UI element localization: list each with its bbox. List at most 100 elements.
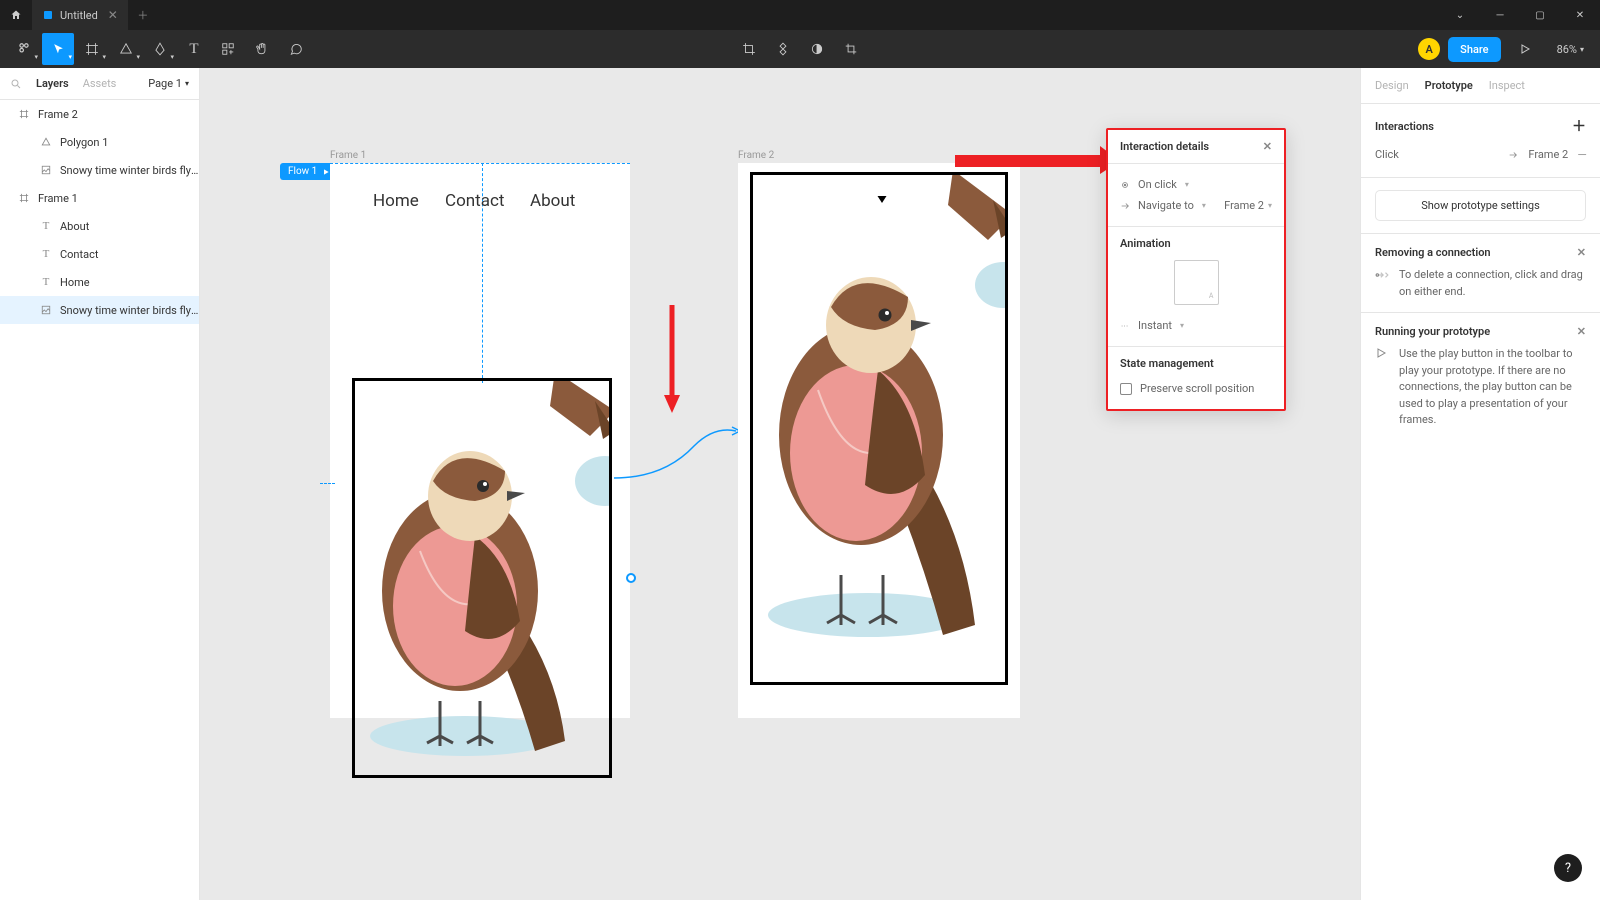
close-help2-button[interactable]: ✕ <box>1577 325 1586 338</box>
animation-section-title: Animation <box>1120 237 1272 250</box>
prototype-connector-handle[interactable] <box>626 573 636 583</box>
close-popover-button[interactable]: ✕ <box>1263 140 1272 153</box>
mask-icon <box>810 42 824 56</box>
inspect-tab[interactable]: Inspect <box>1489 79 1525 92</box>
comment-icon <box>289 42 303 56</box>
layer-item-polygon[interactable]: Polygon 1 <box>0 128 199 156</box>
layer-item-frame1[interactable]: Frame 1 <box>0 184 199 212</box>
present-button[interactable] <box>1509 33 1541 65</box>
trigger-dropdown[interactable]: On click ▾ <box>1120 174 1272 195</box>
animation-preview[interactable] <box>1174 260 1219 305</box>
checkbox-icon <box>1120 383 1132 395</box>
instant-icon <box>1120 321 1130 331</box>
share-button[interactable]: Share <box>1448 37 1500 62</box>
bird-image-1[interactable] <box>352 378 612 778</box>
figma-logo-icon <box>42 9 54 21</box>
add-interaction-button[interactable]: ＋ <box>1572 116 1586 136</box>
text-icon: T <box>40 248 52 260</box>
assets-tab[interactable]: Assets <box>83 77 117 90</box>
frame2[interactable] <box>738 163 1020 718</box>
mask-tool[interactable] <box>801 33 833 65</box>
main-menu-button[interactable]: ▾ <box>8 33 40 65</box>
design-tab[interactable]: Design <box>1375 79 1409 92</box>
layer-item-text[interactable]: T Home <box>0 268 199 296</box>
document-tab[interactable]: Untitled ✕ <box>32 0 128 30</box>
minimize-button[interactable]: ─ <box>1480 0 1520 30</box>
animation-type-dropdown[interactable]: Instant ▾ <box>1120 315 1272 336</box>
layer-item-image-selected[interactable]: Snowy time winter birds flying... <box>0 296 199 324</box>
interaction-row[interactable]: Click Frame 2 ─ <box>1375 144 1586 165</box>
search-icon[interactable] <box>10 78 22 90</box>
page-selector[interactable]: Page 1▾ <box>148 77 189 90</box>
close-window-button[interactable]: ✕ <box>1560 0 1600 30</box>
interaction-details-popover: Interaction details ✕ On click ▾ Navigat… <box>1106 128 1286 411</box>
window-controls: ⌄ ─ ▢ ✕ <box>1440 0 1600 30</box>
help-fab[interactable]: ? <box>1554 854 1582 882</box>
frame-tool[interactable]: ▾ <box>76 33 108 65</box>
text-icon: T <box>40 276 52 288</box>
resources-tool[interactable] <box>212 33 244 65</box>
play-outline-icon <box>1375 347 1389 362</box>
frame1[interactable]: Home Contact About <box>330 163 630 718</box>
user-avatar[interactable]: A <box>1418 38 1440 60</box>
nav-contact[interactable]: Contact <box>445 191 504 211</box>
maximize-button[interactable]: ▢ <box>1520 0 1560 30</box>
nav-about[interactable]: About <box>530 191 575 211</box>
pen-icon <box>153 42 167 56</box>
image-icon <box>40 304 52 316</box>
text-icon: T <box>189 41 198 58</box>
canvas[interactable]: Flow 1 Frame 1 Home Contact About <box>200 68 1360 900</box>
component-tool[interactable] <box>767 33 799 65</box>
add-tab-button[interactable]: ＋ <box>128 7 158 23</box>
triangle-down-icon <box>875 193 889 205</box>
prototype-tab[interactable]: Prototype <box>1425 79 1473 92</box>
close-help1-button[interactable]: ✕ <box>1577 246 1586 259</box>
help2-body: Use the play button in the toolbar to pl… <box>1399 346 1586 429</box>
nav-home[interactable]: Home <box>373 191 419 211</box>
navigate-icon <box>1120 201 1130 211</box>
image-icon <box>40 164 52 176</box>
comment-tool[interactable] <box>280 33 312 65</box>
annotation-arrow-down <box>662 305 682 415</box>
layer-item-text[interactable]: T Contact <box>0 240 199 268</box>
hand-icon <box>255 42 269 56</box>
home-button[interactable] <box>0 0 32 30</box>
play-icon <box>1519 43 1531 55</box>
close-tab-icon[interactable]: ✕ <box>108 8 118 22</box>
prototype-settings-button[interactable]: Show prototype settings <box>1375 190 1586 221</box>
frame2-label[interactable]: Frame 2 <box>738 150 774 161</box>
crop-image-icon <box>844 42 858 56</box>
target-dropdown[interactable]: Frame 2 ▾ <box>1224 199 1272 212</box>
frame-icon <box>85 42 99 56</box>
zoom-dropdown[interactable]: 86%▾ <box>1549 43 1592 56</box>
text-tool[interactable]: T <box>178 33 210 65</box>
polygon-icon <box>40 136 52 148</box>
layer-item-image[interactable]: Snowy time winter birds flying... <box>0 156 199 184</box>
hand-tool[interactable] <box>246 33 278 65</box>
crop-tool[interactable] <box>733 33 765 65</box>
layers-tab[interactable]: Layers <box>36 77 69 90</box>
shape-tool[interactable]: ▾ <box>110 33 142 65</box>
crop-image-tool[interactable] <box>835 33 867 65</box>
layer-list: Frame 2 Polygon 1 Snowy time winter bird… <box>0 100 199 900</box>
chevron-down-button[interactable]: ⌄ <box>1440 0 1480 30</box>
remove-interaction-button[interactable]: ─ <box>1578 148 1586 161</box>
prototype-connection[interactable] <box>614 426 744 486</box>
click-icon <box>1120 180 1130 190</box>
polygon-icon <box>119 42 133 56</box>
pen-tool[interactable]: ▾ <box>144 33 176 65</box>
layer-item-text[interactable]: T About <box>0 212 199 240</box>
left-panel: Layers Assets Page 1▾ Frame 2 Polygon 1 … <box>0 68 200 900</box>
annotation-arrow-right <box>955 146 1120 174</box>
move-tool[interactable]: ▾ <box>42 33 74 65</box>
preserve-scroll-checkbox[interactable]: Preserve scroll position <box>1120 378 1272 399</box>
text-icon: T <box>40 220 52 232</box>
frame1-label[interactable]: Frame 1 <box>330 150 366 161</box>
diamond-icon <box>776 42 790 56</box>
document-title: Untitled <box>60 9 98 22</box>
layer-item-frame2[interactable]: Frame 2 <box>0 100 199 128</box>
toolbar: ▾ ▾ ▾ ▾ ▾ T A <box>0 30 1600 68</box>
arrow-right-icon <box>1508 150 1518 160</box>
action-dropdown[interactable]: Navigate to ▾ <box>1120 199 1206 212</box>
bird-image-2[interactable] <box>750 172 1008 685</box>
